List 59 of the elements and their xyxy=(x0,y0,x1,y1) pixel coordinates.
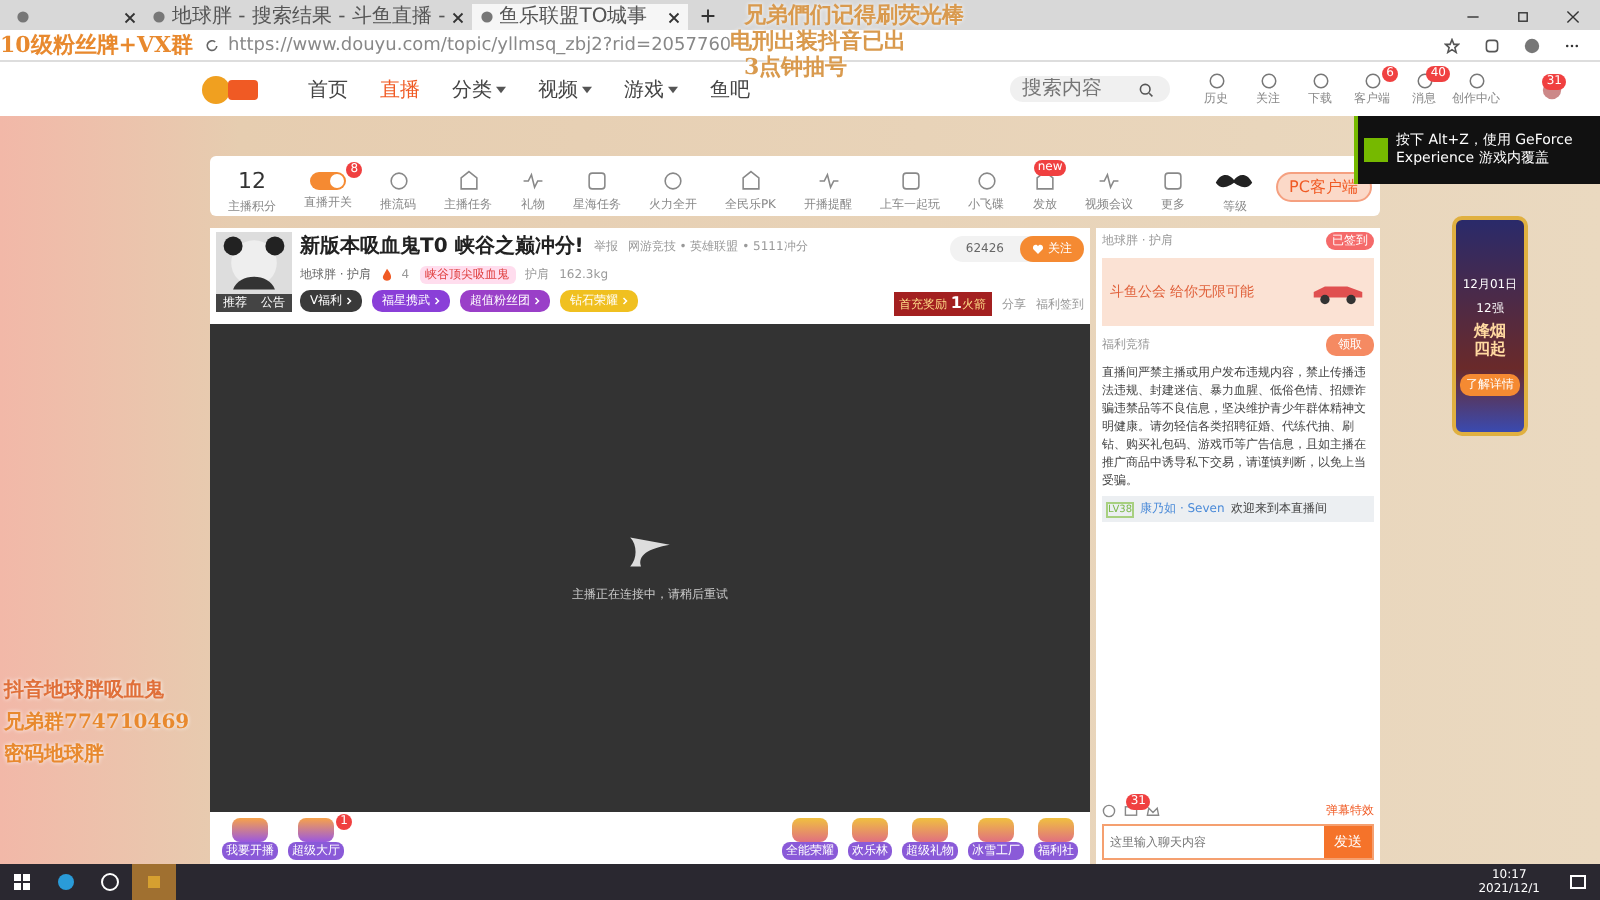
overlay-text: 密码地球胖 xyxy=(4,741,106,768)
overlay-text: 抖音地球胖吸血鬼 xyxy=(4,676,166,704)
restore-icon[interactable] xyxy=(1516,10,1530,24)
nav-link[interactable]: 首页 xyxy=(308,75,348,103)
chevron-icon xyxy=(622,295,629,306)
score-value: 12 xyxy=(238,167,266,193)
overlay-text: 电刑出装抖音已出 xyxy=(730,26,906,55)
avatar-icon[interactable] xyxy=(1524,37,1540,53)
live-toggle[interactable] xyxy=(310,171,347,189)
tool-icon xyxy=(899,169,922,191)
close-icon[interactable] xyxy=(667,11,680,23)
outline-icon xyxy=(1415,71,1433,89)
clock-icon[interactable] xyxy=(1102,804,1116,818)
tool-icon xyxy=(739,169,762,191)
minimize-icon[interactable] xyxy=(1466,10,1480,24)
outline-icon xyxy=(1259,71,1277,89)
flame-icon xyxy=(381,268,392,282)
close-icon[interactable] xyxy=(1566,10,1580,24)
refresh-icon[interactable] xyxy=(204,37,220,53)
nav-link[interactable]: 游戏 xyxy=(624,75,678,103)
tool-icon xyxy=(661,169,684,191)
tool-icon xyxy=(387,169,410,191)
logo-icon[interactable] xyxy=(200,73,260,105)
outline-icon xyxy=(1311,71,1329,89)
close-icon[interactable] xyxy=(124,11,136,23)
stream-title: 新版本吸血鬼T0 峡谷之巅冲分! xyxy=(300,232,584,260)
favorite-icon[interactable] xyxy=(1444,37,1460,53)
overlay-text: 10级粉丝牌+VX群 xyxy=(0,30,194,60)
tool-icon xyxy=(457,169,480,191)
overlay-text: 3点钟抽号 xyxy=(744,52,848,80)
address-field[interactable]: https://www.douyu.com/topic/yllmsq_zbj2?rid=2057760 xyxy=(228,35,732,55)
tool-icon xyxy=(975,169,998,191)
event-title: 烽烟四起 xyxy=(1474,324,1506,360)
tool-icon xyxy=(1161,169,1184,191)
outline-icon xyxy=(1467,71,1485,89)
overlay-text: 兄弟們们记得刷荧光棒 xyxy=(744,0,964,29)
nav-link[interactable]: 分类 xyxy=(452,75,506,103)
nav-link[interactable]: 直播 xyxy=(380,75,420,103)
collections-icon[interactable] xyxy=(1484,37,1500,53)
nav-link[interactable]: 鱼吧 xyxy=(710,75,750,103)
browser-tab[interactable]: 地球胖 - 搜索结果 - 斗鱼直播 - xyxy=(144,4,472,30)
chevron-icon xyxy=(346,295,353,306)
close-icon[interactable] xyxy=(451,11,464,23)
search-icon[interactable] xyxy=(1138,81,1154,97)
crown-icon[interactable] xyxy=(1146,804,1160,818)
tool-icon xyxy=(1097,169,1120,191)
outline-icon xyxy=(1363,71,1381,89)
chevron-icon xyxy=(434,295,441,306)
tool-icon xyxy=(817,169,840,191)
new-tab-icon[interactable] xyxy=(699,8,716,24)
chevron-icon xyxy=(534,295,541,306)
browser-tab[interactable]: 鱼乐联盟TO城事 xyxy=(471,4,688,30)
overlay-text: 兄弟群774710469 xyxy=(4,709,190,736)
nav-link[interactable]: 视频 xyxy=(538,75,592,103)
mail-icon[interactable] xyxy=(1124,804,1138,818)
tool-icon xyxy=(585,169,608,191)
tool-icon xyxy=(521,169,544,191)
heart-icon xyxy=(1032,243,1044,254)
outline-icon xyxy=(1207,71,1225,89)
